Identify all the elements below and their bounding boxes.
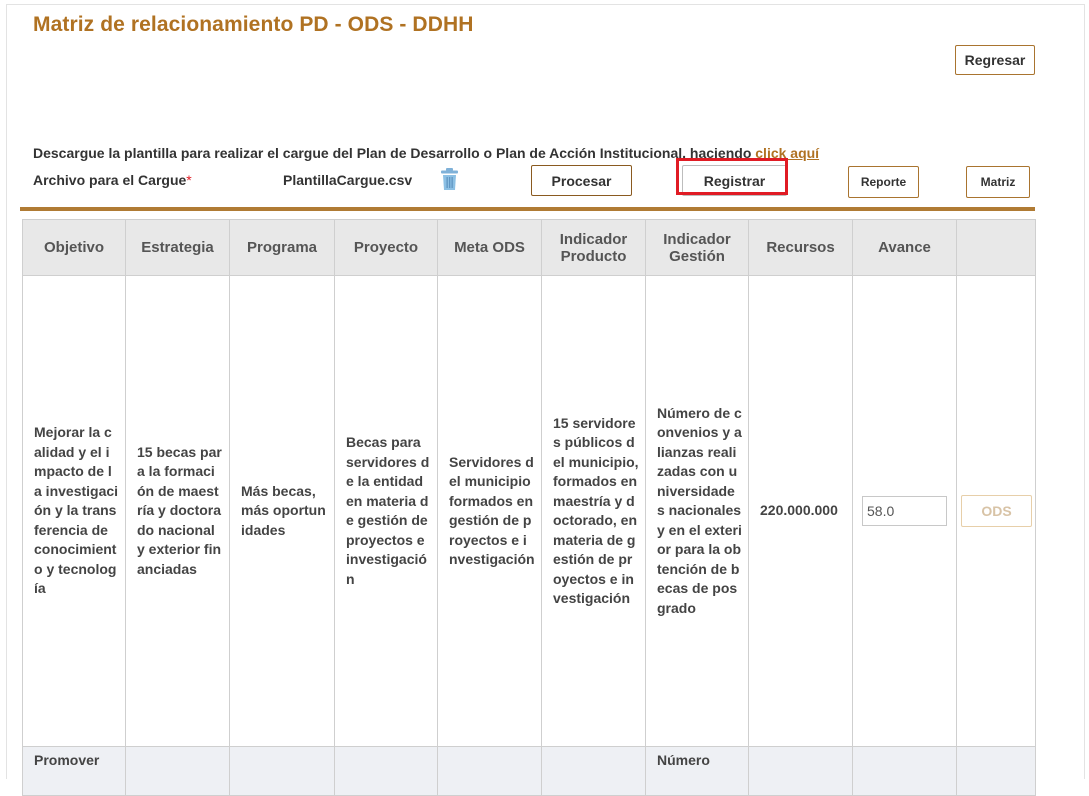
file-name: PlantillaCargue.csv <box>283 172 413 188</box>
cell-recursos: 220.000.000 <box>748 275 853 747</box>
cell-programa: Más becas, más oportunidades <box>229 275 335 747</box>
page-title: Matriz de relacionamiento PD - ODS - DDH… <box>33 13 474 36</box>
cell-meta-ods: Servidores del municipio formados en ges… <box>437 275 542 747</box>
cell-indicador-producto: 15 servidores públicos del municipio, fo… <box>541 275 646 747</box>
cell-avance <box>852 746 957 796</box>
cell-indicador-gestion: Número de convenios y alianzas realizada… <box>645 275 749 747</box>
column-header-avance: Avance <box>852 219 957 276</box>
ods-button[interactable]: ODS <box>961 495 1032 527</box>
matrix-table: Objetivo Estrategia Programa Proyecto Me… <box>22 219 1036 796</box>
cell-objetivo: Promover <box>22 746 126 796</box>
cell-actions <box>956 746 1036 796</box>
register-button[interactable]: Registrar <box>682 165 787 196</box>
table-row: Promover Número <box>22 746 1036 796</box>
cell-proyecto: Becas para servidores de la entidad en m… <box>334 275 438 747</box>
column-header-estrategia: Estrategia <box>125 219 230 276</box>
file-label: Archivo para el Cargue* <box>33 172 192 188</box>
matrix-button[interactable]: Matriz <box>966 166 1030 198</box>
cell-indicador-producto <box>541 746 646 796</box>
cell-actions: ODS <box>956 275 1036 747</box>
column-header-recursos: Recursos <box>748 219 853 276</box>
required-mark: * <box>186 172 192 188</box>
cell-objetivo: Mejorar la calidad y el impacto de la in… <box>22 275 126 747</box>
cell-meta-ods <box>437 746 542 796</box>
column-header-actions <box>956 219 1036 276</box>
column-header-indicador-gestion: Indicador Gestión <box>645 219 749 276</box>
cell-avance <box>852 275 957 747</box>
cell-estrategia: 15 becas para la formación de maestría y… <box>125 275 230 747</box>
column-header-proyecto: Proyecto <box>334 219 438 276</box>
back-button[interactable]: Regresar <box>955 45 1035 75</box>
column-header-programa: Programa <box>229 219 335 276</box>
column-header-indicador-producto: Indicador Producto <box>541 219 646 276</box>
avance-input[interactable] <box>862 496 947 526</box>
column-header-meta-ods: Meta ODS <box>437 219 542 276</box>
cell-proyecto <box>334 746 438 796</box>
cell-indicador-gestion: Número <box>645 746 749 796</box>
cell-recursos <box>748 746 853 796</box>
cell-programa <box>229 746 335 796</box>
template-download-link[interactable]: click aquí <box>755 145 819 161</box>
download-instruction: Descargue la plantilla para realizar el … <box>33 145 819 161</box>
report-button[interactable]: Reporte <box>848 166 919 198</box>
table-header-row: Objetivo Estrategia Programa Proyecto Me… <box>22 219 1036 276</box>
trash-icon[interactable] <box>441 168 458 190</box>
section-divider <box>20 207 1035 211</box>
cell-estrategia <box>125 746 230 796</box>
instruction-text: Descargue la plantilla para realizar el … <box>33 145 756 161</box>
process-button[interactable]: Procesar <box>531 165 632 196</box>
column-header-objetivo: Objetivo <box>22 219 126 276</box>
file-label-text: Archivo para el Cargue <box>33 172 187 188</box>
table-row: Mejorar la calidad y el impacto de la in… <box>22 275 1036 747</box>
